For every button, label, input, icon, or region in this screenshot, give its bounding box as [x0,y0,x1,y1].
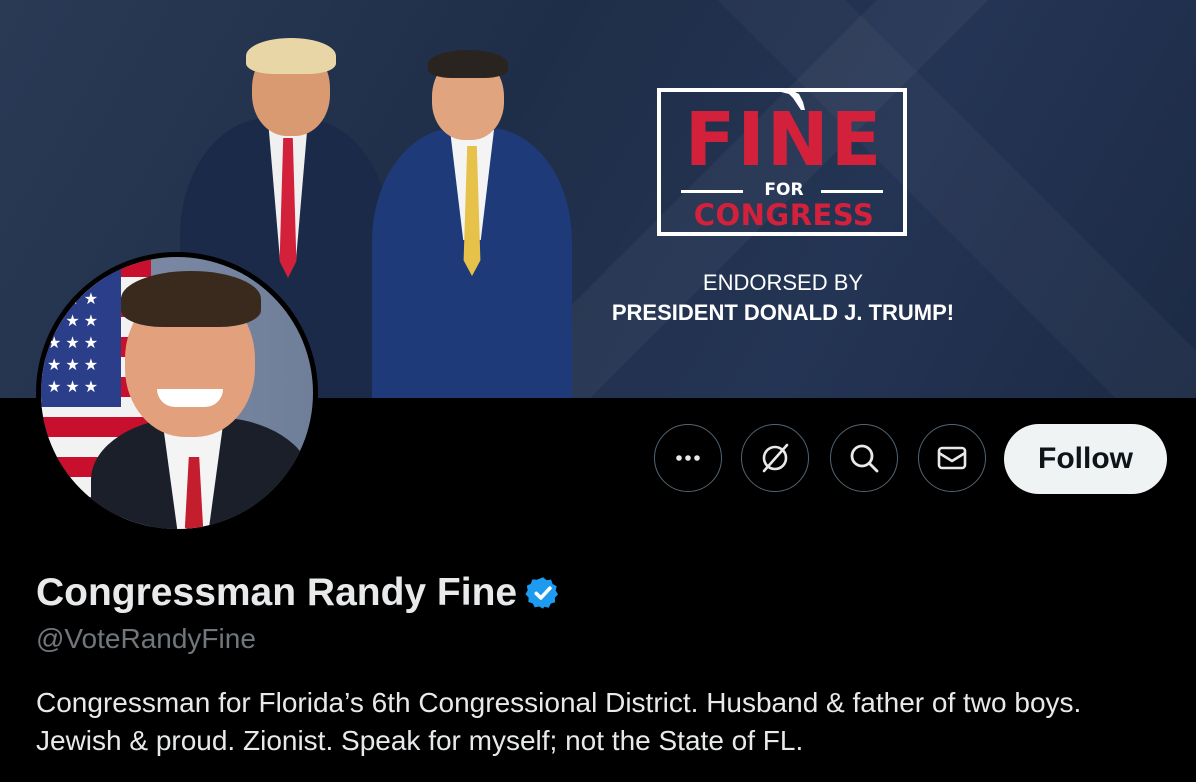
avatar-person-smile [157,389,223,407]
grok-icon [762,443,789,473]
grok-button[interactable] [741,424,809,492]
search-icon [850,444,879,473]
display-name: Congressman Randy Fine [36,571,518,614]
logo-divider-right [821,190,883,193]
endorsement-line-2: PRESIDENT DONALD J. TRUMP! [611,300,955,325]
avatar-flag-canton: ★★★★★★★★★★★★★★★★★★ [41,257,121,407]
fine-for-congress-logo: FINE FOR CONGRESS [657,88,907,236]
profile-bio: Congressman for Florida’s 6th Congressio… [36,687,1082,756]
more-horizontal-icon [676,455,700,461]
profile-handle: @VoteRandyFine [36,623,256,654]
verified-badge-icon[interactable] [525,575,561,611]
avatar-person-hair [121,271,261,327]
follow-button[interactable]: Follow [1004,424,1167,494]
message-button[interactable] [918,424,986,492]
search-button[interactable] [830,424,898,492]
profile-avatar[interactable]: ★★★★★★★★★★★★★★★★★★ [36,252,318,534]
banner-person-right [372,50,572,398]
logo-congress-text: CONGRESS [693,198,875,232]
avatar-photo: ★★★★★★★★★★★★★★★★★★ [41,257,313,529]
logo-fine-text: FINE [684,97,884,183]
envelope-icon [937,446,967,470]
more-button[interactable] [654,424,722,492]
profile-name-row: Congressman Randy Fine [36,570,561,616]
endorsement-line-1: ENDORSED BY [702,270,864,295]
